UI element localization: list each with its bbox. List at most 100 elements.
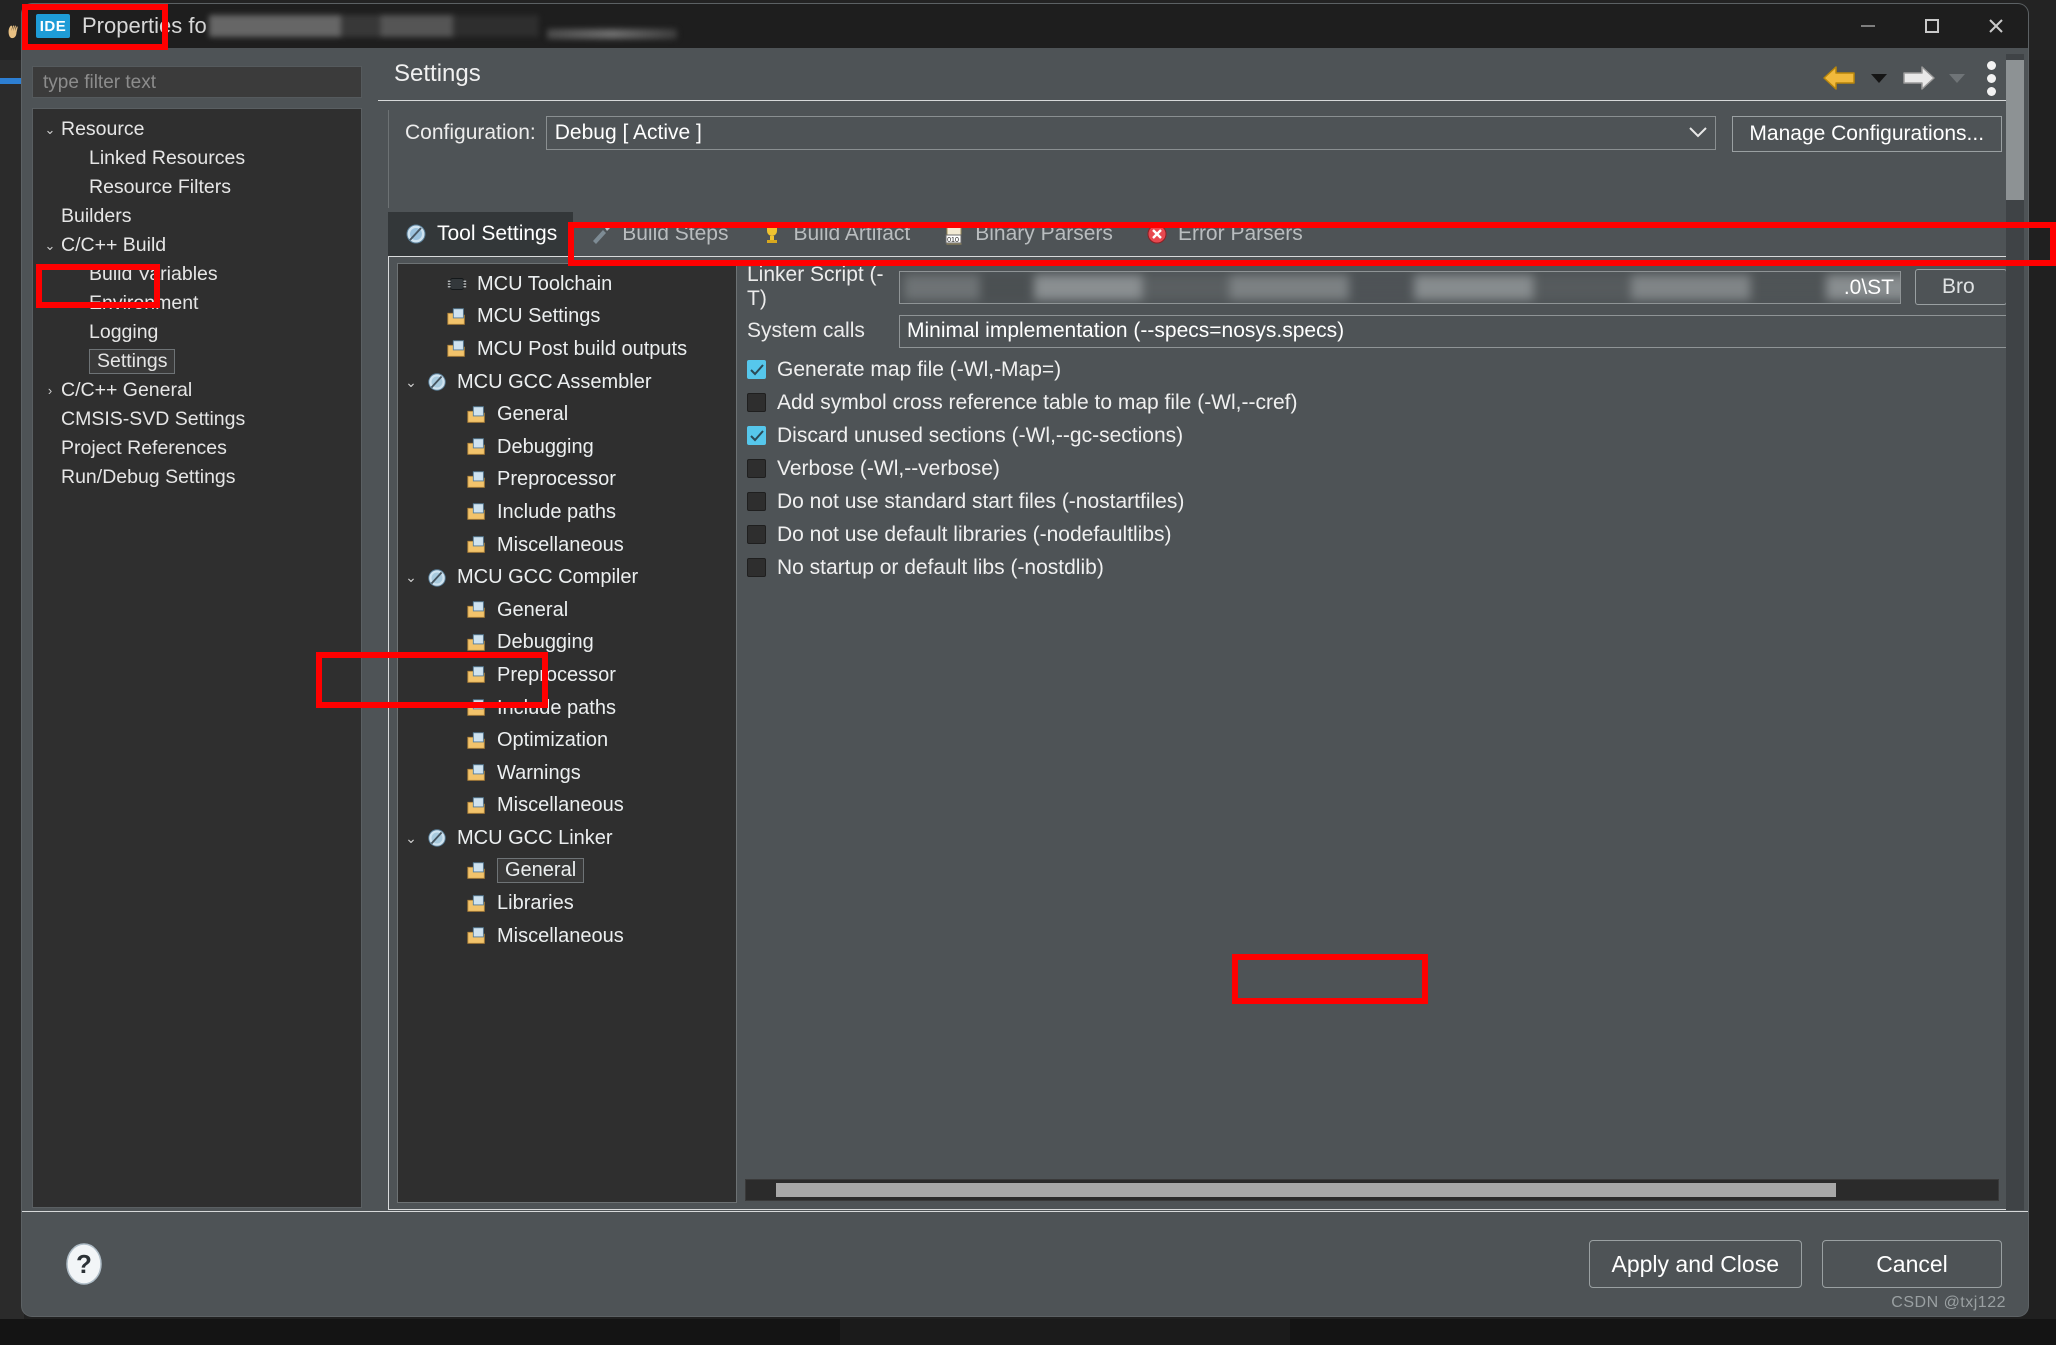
- tool-tree-item-general[interactable]: General: [398, 855, 736, 888]
- linker-option-label: Verbose (-Wl,--verbose): [777, 456, 1000, 480]
- twisty-icon[interactable]: ⌄: [398, 830, 424, 847]
- tool-tree-item-mcu-gcc-assembler[interactable]: ⌄ MCU GCC Assembler: [398, 366, 736, 399]
- tool-tree-item-mcu-toolchain[interactable]: MCU Toolchain: [398, 268, 736, 301]
- tab-binary-parsers[interactable]: 010 Binary Parsers: [926, 212, 1129, 256]
- linker-option-row[interactable]: No startup or default libs (-nostdlib): [747, 553, 2007, 582]
- twisty-icon[interactable]: ⌄: [398, 569, 424, 586]
- nav-item-c-c-general[interactable]: › C/C++ General: [33, 376, 361, 405]
- nav-item-run-debug-settings[interactable]: Run/Debug Settings: [33, 463, 361, 492]
- tool-tree-item-general[interactable]: General: [398, 398, 736, 431]
- minimize-icon[interactable]: [1836, 4, 1900, 48]
- linker-option-row[interactable]: Generate map file (-Wl,-Map=): [747, 355, 2007, 384]
- tab-build-artifact[interactable]: Build Artifact: [744, 212, 926, 256]
- manage-configurations-button[interactable]: Manage Configurations...: [1731, 116, 2002, 152]
- tool-tree-item-miscellaneous[interactable]: Miscellaneous: [398, 529, 736, 562]
- tool-tree-item-general[interactable]: General: [398, 594, 736, 627]
- linker-general-options: Linker Script (-T) .0\ST Bro System call…: [737, 257, 2007, 1209]
- dialog-vertical-scrollbar[interactable]: [2006, 54, 2024, 1210]
- checkbox-unchecked-icon[interactable]: [747, 459, 766, 478]
- twisty-icon[interactable]: ›: [39, 383, 61, 398]
- help-icon[interactable]: ?: [62, 1242, 106, 1286]
- twisty-icon[interactable]: ⌄: [398, 374, 424, 391]
- nav-item-settings[interactable]: Settings: [33, 347, 361, 376]
- nav-item-logging[interactable]: Logging: [33, 318, 361, 347]
- apply-and-close-button[interactable]: Apply and Close: [1588, 1240, 1802, 1288]
- tool-tree-item-mcu-post-build-outputs[interactable]: MCU Post build outputs: [398, 333, 736, 366]
- tool-tree-item-label: MCU GCC Assembler: [457, 370, 652, 393]
- tool-tree[interactable]: MCU Toolchain MCU Settings MCU Post build …: [397, 263, 737, 1203]
- tool-tree-item-debugging[interactable]: Debugging: [398, 431, 736, 464]
- folder-icon: [467, 764, 485, 781]
- tab-tool-settings[interactable]: Tool Settings: [388, 212, 574, 256]
- horizontal-scrollbar[interactable]: [745, 1179, 1999, 1201]
- forward-arrow-icon[interactable]: [1896, 59, 1940, 97]
- linker-script-label: Linker Script (-T): [747, 263, 884, 310]
- tool-tree-item-miscellaneous[interactable]: Miscellaneous: [398, 790, 736, 823]
- linker-option-row[interactable]: Do not use standard start files (-nostar…: [747, 487, 2007, 516]
- linker-script-row: Linker Script (-T) .0\ST Bro: [747, 263, 2007, 310]
- chevron-down-icon: [1689, 125, 1707, 141]
- configuration-select[interactable]: Debug [ Active ]: [545, 116, 1716, 150]
- horizontal-scrollbar-thumb[interactable]: [776, 1183, 1836, 1197]
- settings-tabs[interactable]: Tool Settings Build Steps Build Artifact 01…: [388, 212, 2008, 256]
- build-artifact-icon: [767, 225, 778, 243]
- dialog-title-bar[interactable]: IDE Properties fo: [22, 4, 2028, 48]
- nav-item-c-c-build[interactable]: ⌄ C/C++ Build: [33, 231, 361, 260]
- nav-item-linked-resources[interactable]: Linked Resources: [33, 144, 361, 173]
- nav-item-builders[interactable]: Builders: [33, 202, 361, 231]
- back-arrow-icon[interactable]: [1818, 59, 1862, 97]
- tab-build-steps[interactable]: Build Steps: [573, 212, 744, 256]
- tool-tree-item-mcu-settings[interactable]: MCU Settings: [398, 301, 736, 334]
- redacted-path-value: [904, 274, 1900, 300]
- nav-item-resource[interactable]: ⌄ Resource: [33, 115, 361, 144]
- tool-tree-item-debugging[interactable]: Debugging: [398, 627, 736, 660]
- nav-item-label: Project References: [61, 437, 227, 459]
- tool-icon: [428, 373, 446, 391]
- browse-button[interactable]: Bro: [1915, 269, 2007, 305]
- tool-tree-item-preprocessor[interactable]: Preprocessor: [398, 659, 736, 692]
- tool-tree-item-miscellaneous[interactable]: Miscellaneous: [398, 920, 736, 953]
- nav-item-label: Resource Filters: [89, 176, 231, 198]
- checkbox-checked-icon[interactable]: [747, 360, 766, 379]
- linker-option-row[interactable]: Add symbol cross reference table to map …: [747, 388, 2007, 417]
- tool-tree-item-optimization[interactable]: Optimization: [398, 724, 736, 757]
- twisty-icon[interactable]: ⌄: [39, 238, 61, 254]
- checkbox-unchecked-icon[interactable]: [747, 492, 766, 511]
- checkbox-checked-icon[interactable]: [747, 426, 766, 445]
- tool-tree-item-include-paths[interactable]: Include paths: [398, 692, 736, 725]
- system-calls-select[interactable]: Minimal implementation (--specs=nosys.sp…: [899, 314, 2007, 348]
- twisty-icon[interactable]: ⌄: [39, 122, 61, 138]
- linker-option-row[interactable]: Discard unused sections (-Wl,--gc-sectio…: [747, 421, 2007, 450]
- configuration-row: Configuration: Debug [ Active ] Manage C…: [388, 110, 2008, 208]
- linker-option-row[interactable]: Do not use default libraries (-nodefault…: [747, 520, 2007, 549]
- linker-script-input[interactable]: .0\ST: [899, 270, 1901, 304]
- settings-nav-tree[interactable]: ⌄ Resource Linked Resources Resource Filter…: [32, 108, 362, 1208]
- nav-item-cmsis-svd-settings[interactable]: CMSIS-SVD Settings: [33, 405, 361, 434]
- nav-item-resource-filters[interactable]: Resource Filters: [33, 173, 361, 202]
- nav-item-project-references[interactable]: Project References: [33, 434, 361, 463]
- filter-input[interactable]: type filter text: [32, 66, 362, 98]
- checkbox-unchecked-icon[interactable]: [747, 525, 766, 544]
- checkbox-unchecked-icon[interactable]: [747, 558, 766, 577]
- nav-item-label: Linked Resources: [89, 147, 246, 169]
- tool-tree-item-preprocessor[interactable]: Preprocessor: [398, 464, 736, 497]
- linker-option-row[interactable]: Verbose (-Wl,--verbose): [747, 454, 2007, 483]
- nav-item-environment[interactable]: Environment: [33, 289, 361, 318]
- back-dropdown-caret-icon[interactable]: [1868, 59, 1890, 97]
- view-menu-icon[interactable]: [1974, 59, 2008, 97]
- checkbox-unchecked-icon[interactable]: [747, 393, 766, 412]
- tool-tree-item-libraries[interactable]: Libraries: [398, 887, 736, 920]
- tool-tree-item-include-paths[interactable]: Include paths: [398, 496, 736, 529]
- settings-pane: Settings Configuration: Debug [Active]…: [378, 54, 2018, 1210]
- folder-icon: [467, 731, 485, 749]
- maximize-icon[interactable]: [1900, 4, 1964, 48]
- tool-tree-item-label: MCU Post build outputs: [477, 337, 688, 360]
- dialog-vertical-scrollbar-thumb[interactable]: [2006, 60, 2024, 200]
- tool-tree-item-mcu-gcc-linker[interactable]: ⌄ MCU GCC Linker: [398, 822, 736, 855]
- tab-error-parsers[interactable]: Error Parsers: [1129, 212, 1319, 256]
- tool-tree-item-warnings[interactable]: Warnings: [398, 757, 736, 790]
- nav-item-build-variables[interactable]: Build Variables: [33, 260, 361, 289]
- close-icon[interactable]: [1964, 4, 2028, 48]
- tool-tree-item-mcu-gcc-compiler[interactable]: ⌄ MCU GCC Compiler: [398, 561, 736, 594]
- cancel-button[interactable]: Cancel: [1822, 1240, 2002, 1288]
